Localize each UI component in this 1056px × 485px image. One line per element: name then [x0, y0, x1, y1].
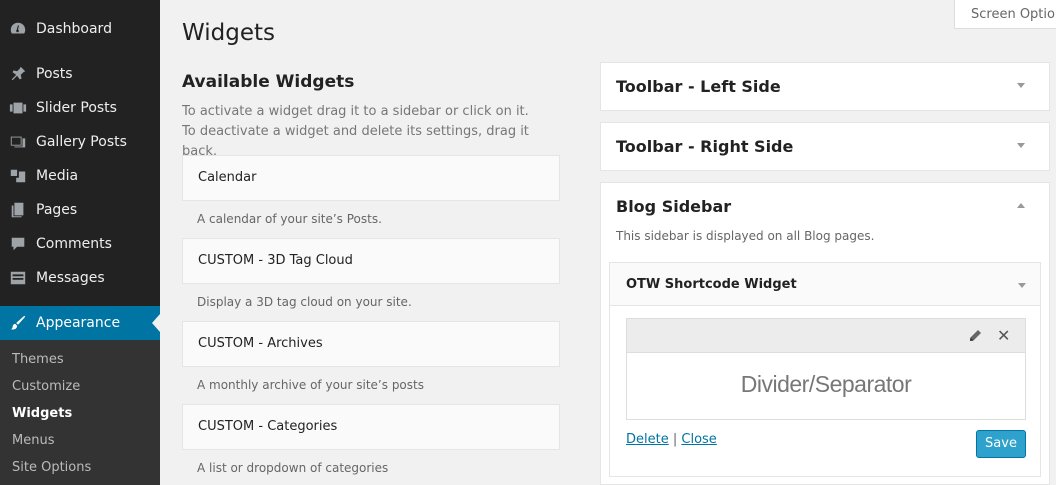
submenu-item-customize[interactable]: Customize [12, 379, 80, 394]
widget-description: A calendar of your site’s Posts. [197, 212, 382, 226]
widget-header[interactable]: OTW Shortcode Widget [610, 263, 1040, 306]
chevron-down-icon[interactable] [1017, 83, 1025, 88]
close-link[interactable]: Close [681, 432, 716, 447]
gallery-icon [0, 133, 36, 151]
sidebar-item-appearance[interactable]: Appearance [0, 306, 160, 340]
sidebar-item-label: Media [36, 168, 79, 184]
sidebar-item-label: Comments [36, 236, 112, 252]
chevron-down-icon[interactable] [1018, 283, 1026, 288]
widget-description: A list or dropdown of categories [197, 461, 389, 475]
widget-3d-tag-cloud[interactable]: CUSTOM - 3D Tag Cloud [182, 238, 560, 284]
pages-icon [0, 201, 36, 219]
widget-description: A monthly archive of your site’s posts [197, 378, 424, 392]
sidebar-item-label: Gallery Posts [36, 134, 127, 150]
sidebar-item-gallery-posts[interactable]: Gallery Posts [0, 125, 160, 159]
sidebar-item-slider-posts[interactable]: Slider Posts [0, 91, 160, 125]
sidebar-item-label: Messages [36, 270, 105, 286]
chevron-up-icon[interactable] [1017, 203, 1025, 208]
active-indicator [152, 314, 160, 332]
comments-icon [0, 235, 36, 253]
sidebar-toolbar-left[interactable]: Toolbar - Left Side [600, 62, 1050, 111]
sidebar-item-media[interactable]: Media [0, 159, 160, 193]
chevron-down-icon[interactable] [1017, 143, 1025, 148]
sidebar-blog: Blog Sidebar This sidebar is displayed o… [600, 182, 1050, 485]
sidebar-item-dashboard[interactable]: Dashboard [0, 12, 160, 46]
widget-title: OTW Shortcode Widget [626, 277, 797, 292]
sidebar-item-messages[interactable]: Messages [0, 261, 160, 295]
delete-link[interactable]: Delete [626, 432, 669, 447]
submenu-item-site-options[interactable]: Site Options [12, 460, 91, 475]
otw-shortcode-widget: OTW Shortcode Widget ✕ Divider/Separator… [609, 262, 1041, 477]
widget-categories[interactable]: CUSTOM - Categories [182, 404, 560, 450]
close-icon[interactable]: ✕ [997, 326, 1010, 345]
available-widgets-description: To activate a widget drag it to a sideba… [182, 104, 529, 159]
sidebar-item-comments[interactable]: Comments [0, 227, 160, 261]
widget-archives[interactable]: CUSTOM - Archives [182, 321, 560, 367]
shortcode-label: Divider/Separator [740, 371, 912, 397]
page-title: Widgets [182, 20, 275, 46]
sidebar-title[interactable]: Blog Sidebar [616, 197, 731, 216]
pencil-icon[interactable] [967, 328, 983, 344]
media-icon [0, 167, 36, 185]
sidebar-item-posts[interactable]: Posts [0, 57, 160, 91]
shortcode-toolbar: ✕ [627, 319, 1025, 353]
shortcode-preview: ✕ Divider/Separator [626, 318, 1026, 420]
widget-description: Display a 3D tag cloud on your site. [197, 295, 412, 309]
sidebar-title: Toolbar - Left Side [616, 77, 781, 96]
sidebar-item-label: Dashboard [36, 21, 112, 37]
sidebar-item-label: Slider Posts [36, 100, 117, 116]
link-separator: | [672, 432, 678, 447]
pin-icon [0, 65, 36, 83]
sidebar-title: Toolbar - Right Side [616, 137, 794, 156]
submenu-item-themes[interactable]: Themes [12, 352, 64, 367]
brush-icon [0, 314, 36, 332]
widget-actions: Delete | Close [626, 432, 717, 447]
sidebar-item-pages[interactable]: Pages [0, 193, 160, 227]
dashboard-icon [0, 20, 36, 38]
sidebar-description: This sidebar is displayed on all Blog pa… [616, 229, 875, 243]
sidebar-item-label: Pages [36, 202, 78, 218]
available-widgets-title: Available Widgets [182, 72, 355, 92]
submenu-item-menus[interactable]: Menus [12, 433, 54, 448]
submenu-item-widgets[interactable]: Widgets [12, 406, 72, 421]
sidebar-item-label: Appearance [36, 315, 121, 331]
admin-sidebar: Dashboard Posts Slider Posts Gallery Pos… [0, 0, 160, 485]
slider-icon [0, 99, 36, 117]
save-button[interactable]: Save [976, 430, 1026, 458]
sidebar-item-label: Posts [36, 66, 73, 82]
appearance-submenu: Themes Customize Widgets Menus Site Opti… [0, 340, 160, 485]
messages-icon [0, 269, 36, 287]
widget-calendar[interactable]: Calendar [182, 155, 560, 201]
screen-options-button[interactable]: Screen Options [954, 0, 1056, 29]
sidebar-toolbar-right[interactable]: Toolbar - Right Side [600, 122, 1050, 171]
